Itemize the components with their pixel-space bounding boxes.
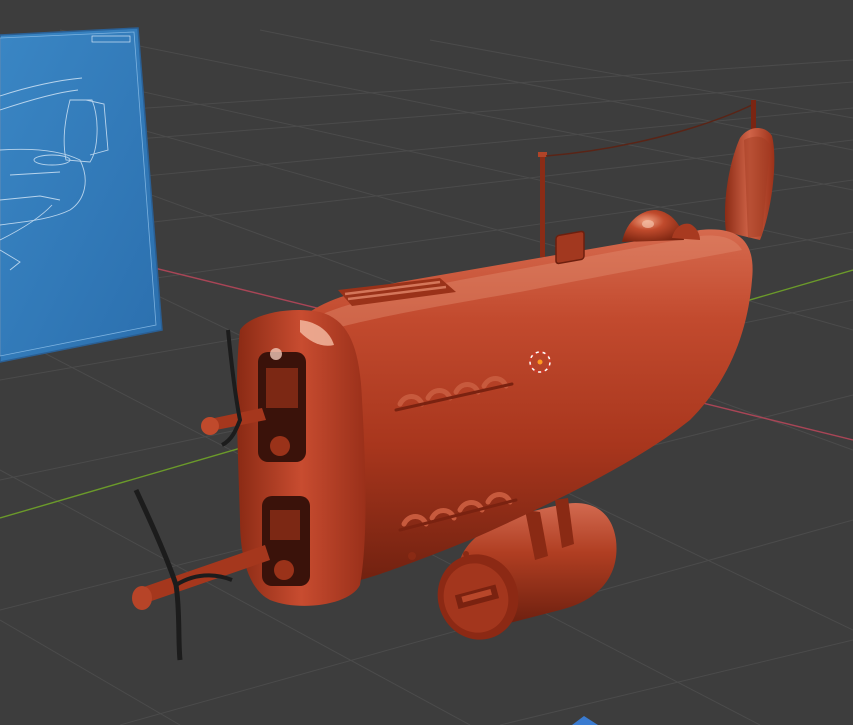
- 3d-model-vehicle[interactable]: [132, 100, 775, 661]
- tail-fin: [724, 127, 775, 240]
- rivet: [408, 552, 416, 560]
- reference-image[interactable]: [0, 27, 163, 363]
- viewport-canvas[interactable]: [0, 0, 853, 725]
- engine-bay-upper: [258, 348, 306, 462]
- cockpit-dome: [622, 210, 700, 242]
- engine-bay-lower: [262, 496, 310, 586]
- 3d-viewport[interactable]: [0, 0, 853, 725]
- side-hatch: [555, 230, 585, 265]
- rivet: [463, 551, 469, 557]
- navigation-gizmo-icon[interactable]: [572, 716, 598, 725]
